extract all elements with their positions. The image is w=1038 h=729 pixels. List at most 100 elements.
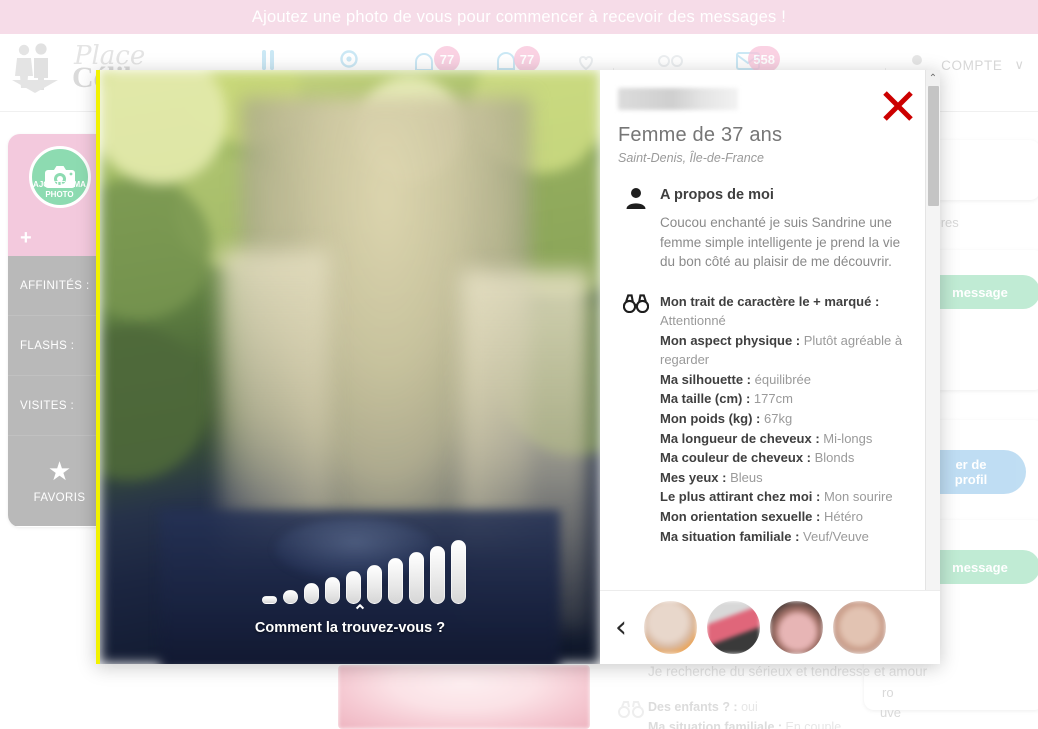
profile-attribute-row: Le plus attirant chez moi : Mon sourire	[660, 487, 910, 507]
profile-attribute-key: Mes yeux :	[660, 469, 731, 485]
profile-modal: ⌃ Comment la trouvez-vous ? Femme de 37 …	[96, 70, 940, 664]
profile-attribute-row: Ma situation familiale : Veuf/Veuve	[660, 527, 910, 547]
profile-attribute-key: Ma couleur de cheveux :	[660, 450, 815, 466]
bg-attribute-enfants-key: Des enfants ? :	[648, 700, 738, 714]
rating-widget[interactable]: ⌃ Comment la trouvez-vous ?	[100, 540, 600, 636]
profile-attribute-value: Blonds	[814, 450, 855, 466]
thumbnail-4[interactable]	[833, 601, 886, 654]
rating-pill-8[interactable]	[409, 552, 424, 604]
profile-attribute-row: Mon aspect physique : Plutôt agréable à …	[660, 331, 910, 370]
rating-pill-6[interactable]	[367, 565, 382, 604]
close-modal-button[interactable]	[880, 88, 916, 124]
add-photo-button[interactable]: AJOUTER MA PHOTO	[28, 146, 91, 208]
bg-attribute-situation-key: Ma situation familiale :	[648, 720, 783, 729]
bg-send-message-label-top: message	[952, 284, 1008, 300]
profile-attribute-row: Mon poids (kg) : 67kg	[660, 409, 910, 429]
profile-age: Femme de 37 ans	[618, 124, 783, 146]
profile-attribute-row: Mes yeux : Bleus	[660, 468, 910, 488]
top-notification-banner: Ajoutez une photo de vous pour commencer…	[0, 0, 1038, 34]
rating-caret-icon: ⌃	[352, 602, 368, 621]
profile-attribute-key: Ma taille (cm) :	[660, 391, 754, 407]
profile-attribute-key: Le plus attirant chez moi :	[660, 489, 824, 505]
bg-attribute-situation: Ma situation familiale : En couple	[648, 720, 841, 729]
thumbnail-2[interactable]	[707, 601, 760, 654]
profile-name-redacted	[618, 88, 738, 110]
scrollbar-thumb[interactable]	[928, 86, 939, 206]
messages-badge: 558	[748, 46, 780, 72]
profile-attribute-value: Attentionné	[660, 313, 726, 329]
bg-view-profile-label: er de profil	[954, 457, 988, 487]
binoculars-icon	[622, 293, 650, 318]
profile-attribute-value: Mi-longs	[823, 430, 873, 446]
info-scrollbar[interactable]: ⌃	[925, 70, 940, 664]
profile-info-pane: Femme de 37 ans Saint-Denis, Île-de-Fran…	[600, 70, 940, 664]
profile-attribute-value: 67kg	[763, 411, 793, 427]
person-icon	[622, 187, 650, 211]
rating-pill-2[interactable]	[283, 590, 298, 604]
profile-attribute-key: Ma silhouette :	[660, 371, 755, 387]
couple-logo-icon	[12, 43, 58, 93]
profile-photo-viewer[interactable]: ⌃ Comment la trouvez-vous ?	[100, 70, 600, 664]
banner-text: Ajoutez une photo de vous pour commencer…	[251, 7, 787, 26]
details-section: Mon trait de caractère le + marqué : Att…	[618, 292, 910, 547]
sidebar-item-favoris-label: FAVORIS	[33, 492, 86, 504]
bg-send-message-label-bottom: message	[952, 559, 1008, 575]
star-icon: ★	[47, 456, 72, 486]
about-body: Coucou enchanté je suis Sandrine une fem…	[660, 215, 901, 269]
add-photo-label: AJOUTER MA PHOTO	[33, 180, 86, 199]
bg-attribute-situation-value: En couple	[785, 720, 842, 729]
rating-pill-4[interactable]	[325, 577, 340, 604]
profile-attribute-row: Mon trait de caractère le + marqué : Att…	[660, 292, 910, 331]
thumbnail-1[interactable]	[644, 601, 697, 654]
thumbnail-3[interactable]	[770, 601, 823, 654]
about-section: A propos de moi Coucou enchanté je suis …	[618, 187, 910, 272]
profile-attribute-key: Mon trait de caractère le + marqué :	[660, 293, 880, 309]
profile-location: Saint-Denis, Île-de-France	[618, 151, 764, 165]
rating-pill-1[interactable]	[262, 596, 277, 604]
profile-attribute-value: Hétéro	[823, 509, 863, 525]
bg-binoculars-icon	[618, 701, 644, 718]
profile-attribute-value: équilibrée	[754, 371, 811, 387]
add-more-photos-button[interactable]: +	[20, 227, 32, 250]
close-icon	[883, 91, 913, 121]
profile-attribute-key: Ma longueur de cheveux :	[660, 430, 824, 446]
about-title: A propos de moi	[660, 187, 774, 203]
photo-thumbnail-strip: ‹	[600, 590, 940, 664]
thumbnails-prev-button[interactable]: ‹	[608, 608, 634, 648]
profile-attribute-value: Mon sourire	[823, 489, 893, 505]
profile-attribute-key: Mon aspect physique :	[660, 332, 804, 348]
profile-attribute-row: Ma taille (cm) : 177cm	[660, 389, 910, 409]
profile-attribute-row: Mon orientation sexuelle : Hétéro	[660, 507, 910, 527]
bg-attribute-enfants-value: oui	[741, 700, 758, 714]
rating-pill-3[interactable]	[304, 583, 319, 604]
profile-attribute-row: Ma couleur de cheveux : Blonds	[660, 448, 910, 468]
rating-label: Comment la trouvez-vous ?	[254, 620, 446, 636]
rating-pill-9[interactable]	[430, 546, 445, 604]
chevron-down-icon: ∨	[1014, 57, 1024, 72]
profile-attribute-row: Ma silhouette : équilibrée	[660, 370, 910, 390]
rating-bars[interactable]	[234, 540, 466, 604]
profile-attribute-key: Ma situation familiale :	[660, 528, 804, 544]
flashs-badge: 77	[514, 46, 540, 72]
profile-attribute-value: 177cm	[753, 391, 793, 407]
bg-attribute-enfants: Des enfants ? : oui	[648, 700, 758, 714]
profile-attribute-key: Mon orientation sexuelle :	[660, 509, 824, 525]
sidebar-item-visites-label: VISITES :	[20, 399, 75, 412]
profile-attribute-key: Mon poids (kg) :	[660, 411, 764, 427]
sidebar-item-affinites-label: AFFINITÉS :	[20, 279, 90, 292]
page-root: Ajoutez une photo de vous pour commencer…	[0, 0, 1038, 729]
profile-attribute-value: Veuf/Veuve	[803, 528, 869, 544]
bg-fragment-hetero: ro	[882, 685, 894, 700]
profile-attributes-list: Mon trait de caractère le + marqué : Att…	[660, 292, 910, 547]
sidebar-item-flashs-label: FLASHS :	[20, 339, 75, 352]
profile-attribute-value: Bleus	[730, 469, 763, 485]
profile-attribute-row: Ma longueur de cheveux : Mi-longs	[660, 429, 910, 449]
scroll-up-arrow-icon[interactable]: ⌃	[926, 70, 940, 86]
profile-info-scroll: Femme de 37 ans Saint-Denis, Île-de-Fran…	[600, 70, 928, 664]
bg-profile-photo[interactable]	[338, 665, 590, 729]
rating-pill-10[interactable]	[451, 540, 466, 604]
account-label: COMPTE	[941, 57, 1003, 73]
rating-pill-5[interactable]	[346, 571, 361, 604]
rating-pill-7[interactable]	[388, 558, 403, 604]
bg-fragment-veuve: uve	[880, 705, 901, 720]
